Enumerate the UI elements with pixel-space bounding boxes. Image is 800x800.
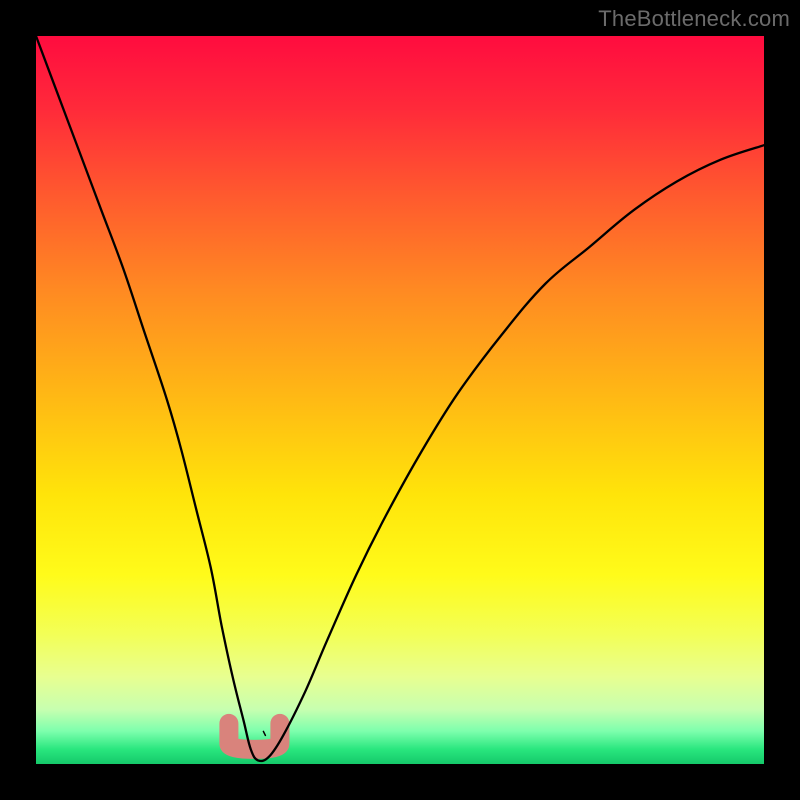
curve-layer: [36, 36, 764, 764]
bottleneck-curve: [36, 36, 764, 761]
chart-frame: TheBottleneck.com: [0, 0, 800, 800]
plot-area: [36, 36, 764, 764]
optimal-range-marker: [229, 723, 280, 749]
watermark-text: TheBottleneck.com: [598, 6, 790, 32]
